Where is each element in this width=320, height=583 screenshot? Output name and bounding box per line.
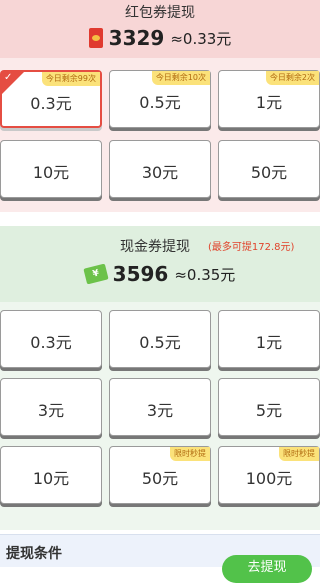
withdraw-conditions: 提现条件 去提现 — [0, 534, 320, 583]
cash-option-6[interactable]: 10元 — [0, 446, 102, 504]
cash-option-3[interactable]: 3元 — [0, 378, 102, 436]
conditions-title: 提现条件 — [6, 546, 62, 562]
red-option-2[interactable]: 今日剩余2次 1元 — [218, 70, 320, 128]
red-voucher-value: ≈0.33元 — [170, 29, 232, 48]
remaining-tag: 今日剩余10次 — [151, 71, 210, 85]
red-option-3[interactable]: 10元 — [0, 140, 102, 198]
option-amount: 10元 — [32, 469, 70, 488]
option-amount: 0.5元 — [139, 333, 181, 352]
remaining-tag: 今日剩余2次 — [265, 71, 319, 85]
option-amount: 0.3元 — [30, 333, 72, 352]
red-option-5[interactable]: 50元 — [218, 140, 320, 198]
withdraw-button[interactable]: 去提现 — [222, 555, 312, 583]
cash-option-0[interactable]: 0.3元 — [0, 310, 102, 368]
option-amount: 100元 — [245, 469, 293, 488]
cash-voucher-title: 现金券提现 — [120, 239, 190, 255]
option-amount: 1元 — [255, 93, 283, 112]
cash-icon: ¥ — [83, 263, 109, 285]
cash-option-4[interactable]: 3元 — [109, 378, 211, 436]
red-voucher-balance: 3329 ≈0.33元 — [0, 24, 320, 52]
cash-option-7[interactable]: 限时秒提 50元 — [109, 446, 211, 504]
option-amount: 3元 — [146, 401, 174, 420]
red-voucher-title: 红包券提现 — [125, 5, 195, 21]
red-voucher-options: ✓ 今日剩余99次 0.3元 今日剩余10次 0.5元 今日剩余2次 1元 10… — [0, 58, 320, 212]
section-divider — [0, 212, 320, 226]
flash-withdraw-tag: 限时秒提 — [279, 447, 319, 461]
cash-voucher-value: ≈0.35元 — [174, 265, 236, 284]
option-amount: 30元 — [141, 163, 179, 182]
cash-option-8[interactable]: 限时秒提 100元 — [218, 446, 320, 504]
cash-voucher-balance: ¥ 3596 ≈0.35元 — [0, 262, 320, 286]
flash-withdraw-tag: 限时秒提 — [170, 447, 210, 461]
option-amount: 0.5元 — [139, 93, 181, 112]
red-option-4[interactable]: 30元 — [109, 140, 211, 198]
option-amount: 10元 — [32, 163, 70, 182]
cash-voucher-header: 现金券提现 (最多可提172.8元) ¥ 3596 ≈0.35元 — [0, 226, 320, 302]
red-packet-icon — [88, 28, 103, 48]
option-amount: 50元 — [250, 163, 288, 182]
option-amount: 0.3元 — [30, 94, 72, 113]
option-amount: 50元 — [141, 469, 179, 488]
remaining-tag: 今日剩余99次 — [41, 72, 100, 86]
red-voucher-count: 3329 — [108, 26, 165, 50]
cash-option-5[interactable]: 5元 — [218, 378, 320, 436]
cash-withdraw-limit: (最多可提172.8元) — [208, 242, 295, 253]
red-voucher-header: 红包券提现 3329 ≈0.33元 — [0, 0, 320, 58]
cash-option-1[interactable]: 0.5元 — [109, 310, 211, 368]
option-amount: 3元 — [37, 401, 65, 420]
cash-voucher-count: 3596 — [112, 262, 169, 286]
cash-option-2[interactable]: 1元 — [218, 310, 320, 368]
option-amount: 1元 — [255, 333, 283, 352]
option-amount: 5元 — [255, 401, 283, 420]
red-option-0[interactable]: ✓ 今日剩余99次 0.3元 — [0, 70, 102, 128]
red-option-1[interactable]: 今日剩余10次 0.5元 — [109, 70, 211, 128]
check-icon: ✓ — [4, 72, 13, 83]
cash-voucher-section: 现金券提现 (最多可提172.8元) ¥ 3596 ≈0.35元 0.3元 0.… — [0, 226, 320, 530]
